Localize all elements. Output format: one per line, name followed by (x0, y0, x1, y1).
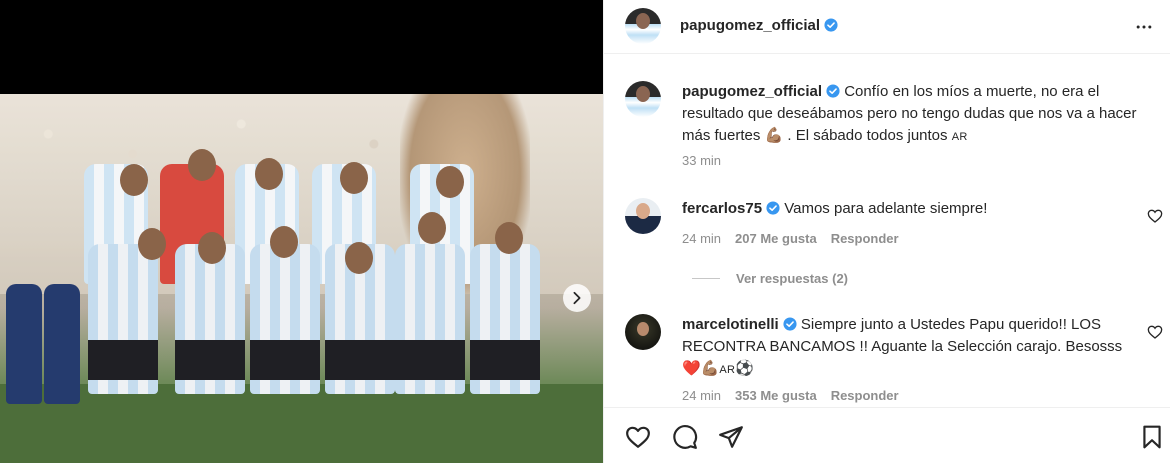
player-head (255, 158, 283, 190)
like-comment-heart-icon[interactable] (1147, 208, 1163, 224)
author-username[interactable]: papugomez_official (680, 17, 838, 34)
flexed-biceps-emoji: 💪🏽 (700, 360, 720, 377)
player-head (120, 164, 148, 196)
player-head (418, 212, 446, 244)
flexed-biceps-emoji: 💪🏽 (764, 127, 784, 144)
commenter-username[interactable]: marcelotinelli (682, 316, 779, 333)
view-replies-button[interactable]: Ver respuestas (2) (692, 271, 848, 286)
bookmark-icon (1143, 425, 1161, 449)
view-replies-label[interactable]: Ver respuestas (2) (736, 271, 848, 286)
comment-bubble-icon (673, 425, 698, 449)
caption-username[interactable]: papugomez_official (682, 83, 822, 100)
comment-time[interactable]: 24 min (682, 231, 721, 246)
player-head (270, 226, 298, 258)
reply-button[interactable]: Responder (831, 388, 899, 403)
shorts (250, 340, 320, 380)
child-mascot (44, 284, 80, 404)
shorts (470, 340, 540, 380)
author-avatar[interactable] (625, 8, 661, 44)
verified-badge-icon (826, 84, 840, 98)
caption-text-end: . El sábado todos juntos (787, 127, 948, 144)
more-options-icon (1136, 25, 1152, 29)
like-button[interactable] (625, 424, 651, 450)
soccer-ball-emoji: ⚽ (735, 360, 754, 377)
comment-body: fercarlos75 Vamos para adelante siempre! (682, 198, 1142, 220)
like-comment-heart-icon[interactable] (1147, 324, 1163, 340)
caption-time[interactable]: 33 min (682, 153, 721, 168)
replies-divider (692, 278, 720, 279)
post-panel: papugomez_official papugomez_official Co… (603, 0, 1170, 463)
verified-badge-icon (783, 317, 797, 331)
commenter-avatar[interactable] (625, 314, 661, 350)
post-media (0, 0, 603, 463)
paper-plane-icon (719, 426, 743, 448)
player-head (138, 228, 166, 260)
commenter-avatar[interactable] (625, 198, 661, 234)
comment-likes[interactable]: 207 Me gusta (735, 231, 817, 246)
argentina-flag-emoji: AR (951, 131, 968, 143)
team-photo[interactable] (0, 94, 603, 463)
comment-button[interactable] (672, 424, 698, 450)
caption-body: papugomez_official Confío en los míos a … (682, 81, 1142, 148)
shorts (175, 340, 245, 380)
share-button[interactable] (718, 424, 744, 450)
red-heart-emoji: ❤️ (682, 360, 701, 377)
child-mascot (6, 284, 42, 404)
argentina-flag-emoji: AR (719, 364, 736, 376)
reply-button[interactable]: Responder (831, 231, 899, 246)
comments-list[interactable]: papugomez_official Confío en los míos a … (604, 55, 1170, 407)
carousel-next-button[interactable] (563, 284, 591, 312)
comment-meta: 24 min 353 Me gusta Responder (682, 388, 899, 403)
comment-likes[interactable]: 353 Me gusta (735, 388, 817, 403)
comment-body: marcelotinelli Siempre junto a Ustedes P… (682, 314, 1142, 381)
author-username-text[interactable]: papugomez_official (680, 17, 820, 34)
player-head (340, 162, 368, 194)
verified-badge-icon (824, 18, 838, 32)
player-head (345, 242, 373, 274)
player-head (436, 166, 464, 198)
action-bar (604, 407, 1170, 463)
chevron-right-icon (573, 291, 581, 305)
verified-badge-icon (766, 201, 780, 215)
shorts (88, 340, 158, 380)
save-button[interactable] (1139, 424, 1165, 450)
comment-text: Vamos para adelante siempre! (784, 200, 988, 217)
heart-icon (626, 426, 650, 448)
pitch (0, 384, 603, 463)
caption-meta: 33 min (682, 153, 721, 168)
player-head (198, 232, 226, 264)
shorts (325, 340, 395, 380)
player-head (188, 149, 216, 181)
more-options-button[interactable] (1131, 14, 1157, 40)
player-head (495, 222, 523, 254)
commenter-username[interactable]: fercarlos75 (682, 200, 762, 217)
shorts (395, 340, 465, 380)
caption-author-avatar[interactable] (625, 81, 661, 117)
comment-meta: 24 min 207 Me gusta Responder (682, 231, 899, 246)
comment-time[interactable]: 24 min (682, 388, 721, 403)
post-header: papugomez_official (604, 0, 1170, 54)
